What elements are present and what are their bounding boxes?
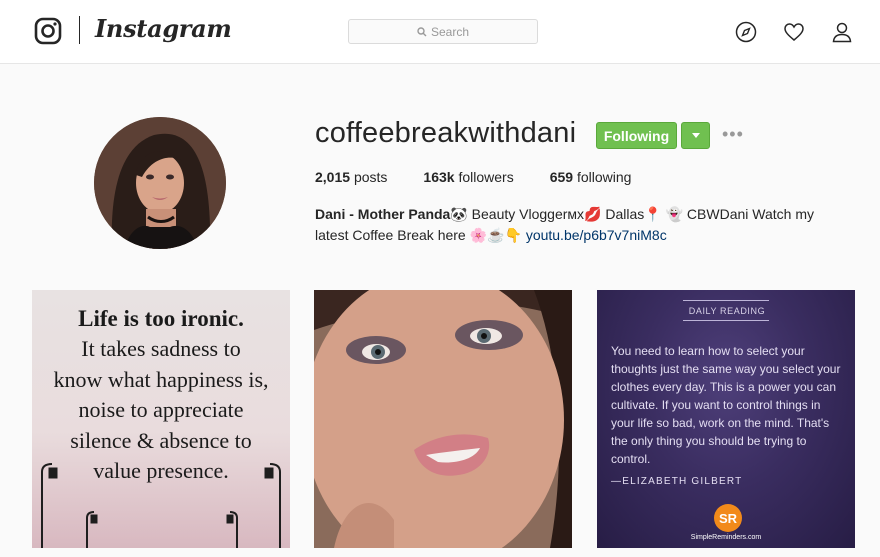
bio-link[interactable]: youtu.be/p6b7v7niM8c xyxy=(526,227,667,243)
posts-label: posts xyxy=(353,169,388,185)
followers-stat[interactable]: 163k followers xyxy=(423,169,513,185)
compass-icon[interactable] xyxy=(735,21,757,43)
bio-text-1: Beauty Vloggerᴍx xyxy=(467,206,585,222)
search-icon xyxy=(417,26,427,36)
profile-avatar xyxy=(94,117,226,249)
bio-name: Dani - Mother Panda xyxy=(315,206,451,222)
post-tile-2[interactable] xyxy=(314,290,572,548)
followers-label: followers xyxy=(458,169,514,185)
instagram-wordmark[interactable]: Instagram xyxy=(95,14,232,43)
divider-line xyxy=(683,300,769,301)
pin-emoji-icon: 📍 xyxy=(644,206,662,222)
street-lamps-illustration xyxy=(41,463,281,548)
divider-line xyxy=(683,320,769,321)
simple-reminders-logo: SR xyxy=(714,504,742,532)
search-input[interactable]: Search xyxy=(348,19,538,44)
post3-author: —ELIZABETH GILBERT xyxy=(611,476,743,487)
posts-stat: 2,015 posts xyxy=(315,169,387,185)
profile-bio: Dani - Mother Panda🐼 Beauty Vloggerᴍx💋 D… xyxy=(315,204,845,246)
heart-icon[interactable] xyxy=(783,21,805,43)
caret-down-icon xyxy=(691,133,700,138)
following-count: 659 xyxy=(549,169,574,185)
posts-count: 2,015 xyxy=(315,169,351,185)
nav-divider xyxy=(79,16,80,44)
post3-quote: You need to learn how to select your tho… xyxy=(611,344,841,466)
coffee-emoji-icon: ☕ xyxy=(487,227,505,243)
post-tile-1[interactable]: Life is too ironic. It takes sadness to … xyxy=(32,290,290,548)
avatar-portrait xyxy=(94,117,226,249)
bio-text-2: Dallas xyxy=(601,206,645,222)
pointing-emoji-icon: 👇 xyxy=(504,227,522,243)
following-stat[interactable]: 659 following xyxy=(550,169,632,185)
post-tile-3[interactable]: DAILY READING You need to learn how to s… xyxy=(597,290,855,548)
portrait-closeup-image xyxy=(314,290,572,548)
search-placeholder: Search xyxy=(430,24,470,39)
instagram-logo-icon[interactable] xyxy=(34,17,62,45)
profile-stats: 2,015 posts 163k followers 659 following xyxy=(315,169,667,185)
following-button[interactable]: Following xyxy=(596,122,677,149)
profile-username: coffeebreakwithdani xyxy=(315,117,577,149)
person-icon[interactable] xyxy=(831,21,853,43)
suggestions-dropdown-button[interactable] xyxy=(681,122,710,149)
following-label: following xyxy=(576,169,632,185)
panda-emoji-icon: 🐼 xyxy=(450,206,468,222)
top-nav: Instagram Search xyxy=(0,0,880,64)
flower-emoji-icon: 🌸 xyxy=(469,227,488,243)
more-options-button[interactable]: ••• xyxy=(722,125,744,143)
ghost-emoji-icon: 👻 xyxy=(665,206,684,222)
lips-emoji-icon: 💋 xyxy=(584,206,602,222)
post3-label: DAILY READING xyxy=(688,306,766,316)
followers-count: 163k xyxy=(423,169,455,185)
post3-site: SimpleReminders.com xyxy=(690,534,762,541)
